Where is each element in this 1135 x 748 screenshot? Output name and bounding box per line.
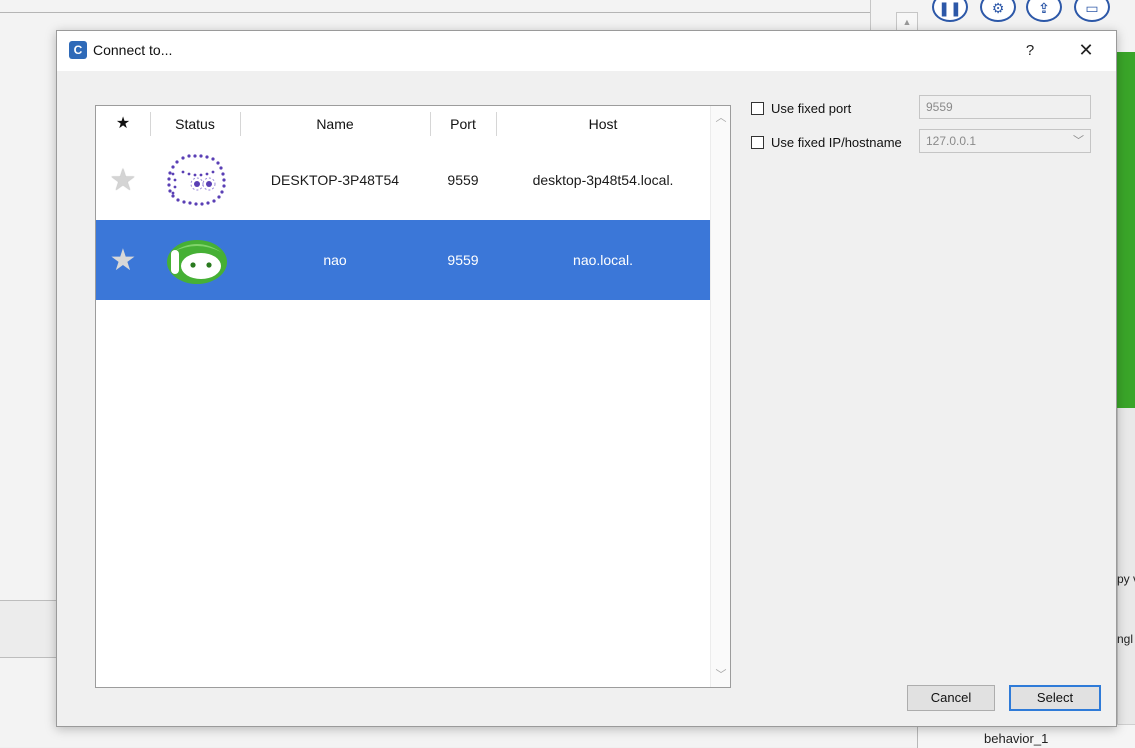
robot-name: DESKTOP-3P48T54: [270, 172, 400, 188]
robot-online-icon: [150, 220, 240, 300]
favorite-star-icon[interactable]: ★: [96, 140, 150, 220]
close-button[interactable]: ✕: [1073, 38, 1099, 62]
help-button[interactable]: ?: [1017, 39, 1043, 63]
table-scrollbar[interactable]: ︿ ﹀: [710, 106, 730, 687]
scroll-down-icon[interactable]: ﹀: [711, 665, 730, 685]
robot-offline-icon: [150, 140, 240, 220]
table-row[interactable]: ★ nao 9559 nao.local.: [96, 220, 710, 300]
robot-name: nao: [323, 252, 347, 268]
robot-view-panel: [1117, 52, 1135, 408]
background-left-panel: [0, 600, 60, 658]
fixed-port-checkbox[interactable]: [751, 101, 764, 115]
table-header: ★ Status Name Port Host: [96, 106, 710, 140]
column-header-status[interactable]: Status: [150, 106, 240, 140]
background-scroll-up-button[interactable]: ▲: [896, 12, 918, 32]
robot-host: desktop-3p48t54.local.: [532, 172, 674, 188]
background-text: ngl: [1117, 632, 1134, 646]
select-button[interactable]: Select: [1009, 685, 1101, 711]
favorite-star-icon[interactable]: ★: [96, 220, 150, 300]
fixed-port-value: 9559: [926, 100, 953, 114]
table-row[interactable]: ★ DESKTOP-3P48T54 9559 desktop-3p48t54.l…: [96, 140, 710, 220]
robot-port: 9559: [447, 172, 479, 188]
robot-host: nao.local.: [573, 252, 633, 268]
fixed-ip-option[interactable]: Use fixed IP/hostname: [751, 131, 902, 153]
fixed-ip-checkbox[interactable]: [751, 135, 764, 149]
robot-table: ★ Status Name Port Host ★ DESKTOP-3P48T5…: [95, 105, 731, 688]
cancel-button[interactable]: Cancel: [907, 685, 995, 711]
fixed-port-input[interactable]: 9559: [919, 95, 1091, 119]
scroll-up-icon[interactable]: ︿: [711, 108, 730, 128]
column-header-host[interactable]: Host: [496, 106, 710, 140]
background-divider: [0, 12, 870, 13]
background-text: py v: [1117, 572, 1135, 586]
dialog-titlebar: C Connect to... ? ✕: [57, 31, 1116, 71]
fixed-ip-combobox[interactable]: 127.0.0.1 ﹀: [919, 129, 1091, 153]
fixed-ip-value: 127.0.0.1: [926, 134, 977, 148]
behavior-label[interactable]: behavior_1: [984, 731, 1048, 746]
robot-port: 9559: [447, 252, 479, 268]
column-header-name[interactable]: Name: [240, 106, 430, 140]
fixed-port-label[interactable]: Use fixed port: [771, 101, 851, 116]
dialog-title: Connect to...: [93, 42, 173, 58]
column-header-favorite[interactable]: ★: [96, 106, 150, 140]
connect-dialog: C Connect to... ? ✕ ★ Status Name Port H…: [56, 30, 1117, 727]
fixed-ip-label[interactable]: Use fixed IP/hostname: [771, 135, 902, 150]
fixed-port-option[interactable]: Use fixed port: [751, 97, 851, 119]
app-logo-icon: C: [69, 41, 87, 59]
chevron-down-icon[interactable]: ﹀: [1073, 130, 1084, 152]
column-header-port[interactable]: Port: [430, 106, 496, 140]
